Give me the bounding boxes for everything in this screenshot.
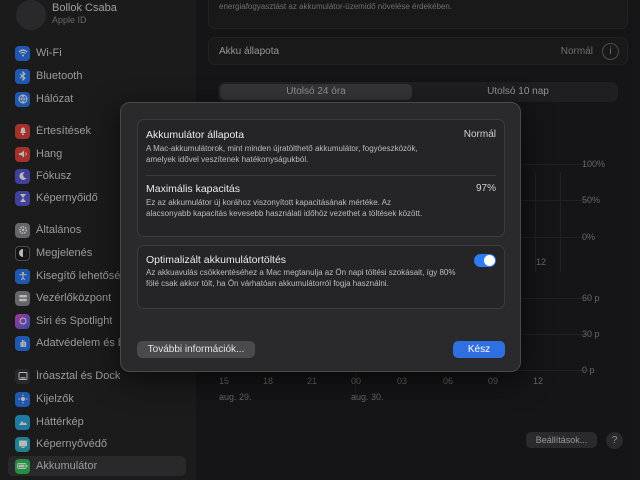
optimized-charging-title: Optimalizált akkumulátortöltés	[146, 254, 287, 266]
optimized-charging-description: Az akkuavulás csökkentéséhez a Mac megta…	[146, 268, 456, 288]
max-capacity-description: Ez az akkumulátor új korához viszonyítot…	[146, 198, 423, 218]
max-capacity-title: Maximális kapacitás	[146, 183, 240, 195]
battery-condition-value: Normál	[463, 129, 496, 140]
toggle-knob	[484, 255, 495, 266]
battery-condition-title: Akkumulátor állapota	[146, 129, 245, 141]
battery-health-info-box: Akkumulátor állapota Normál A Mac-akkumu…	[137, 119, 505, 237]
battery-health-sheet: Akkumulátor állapota Normál A Mac-akkumu…	[120, 102, 521, 372]
battery-condition-description: A Mac-akkumulátorok, mint minden újratöl…	[146, 144, 418, 164]
max-capacity-value: 97%	[475, 183, 496, 194]
more-info-button[interactable]: További információk...	[137, 341, 255, 358]
done-button[interactable]: Kész	[453, 341, 505, 358]
divider	[146, 175, 496, 176]
optimized-charging-box: Optimalizált akkumulátortöltés Az akkuav…	[137, 245, 505, 309]
optimized-charging-toggle[interactable]	[474, 254, 496, 267]
